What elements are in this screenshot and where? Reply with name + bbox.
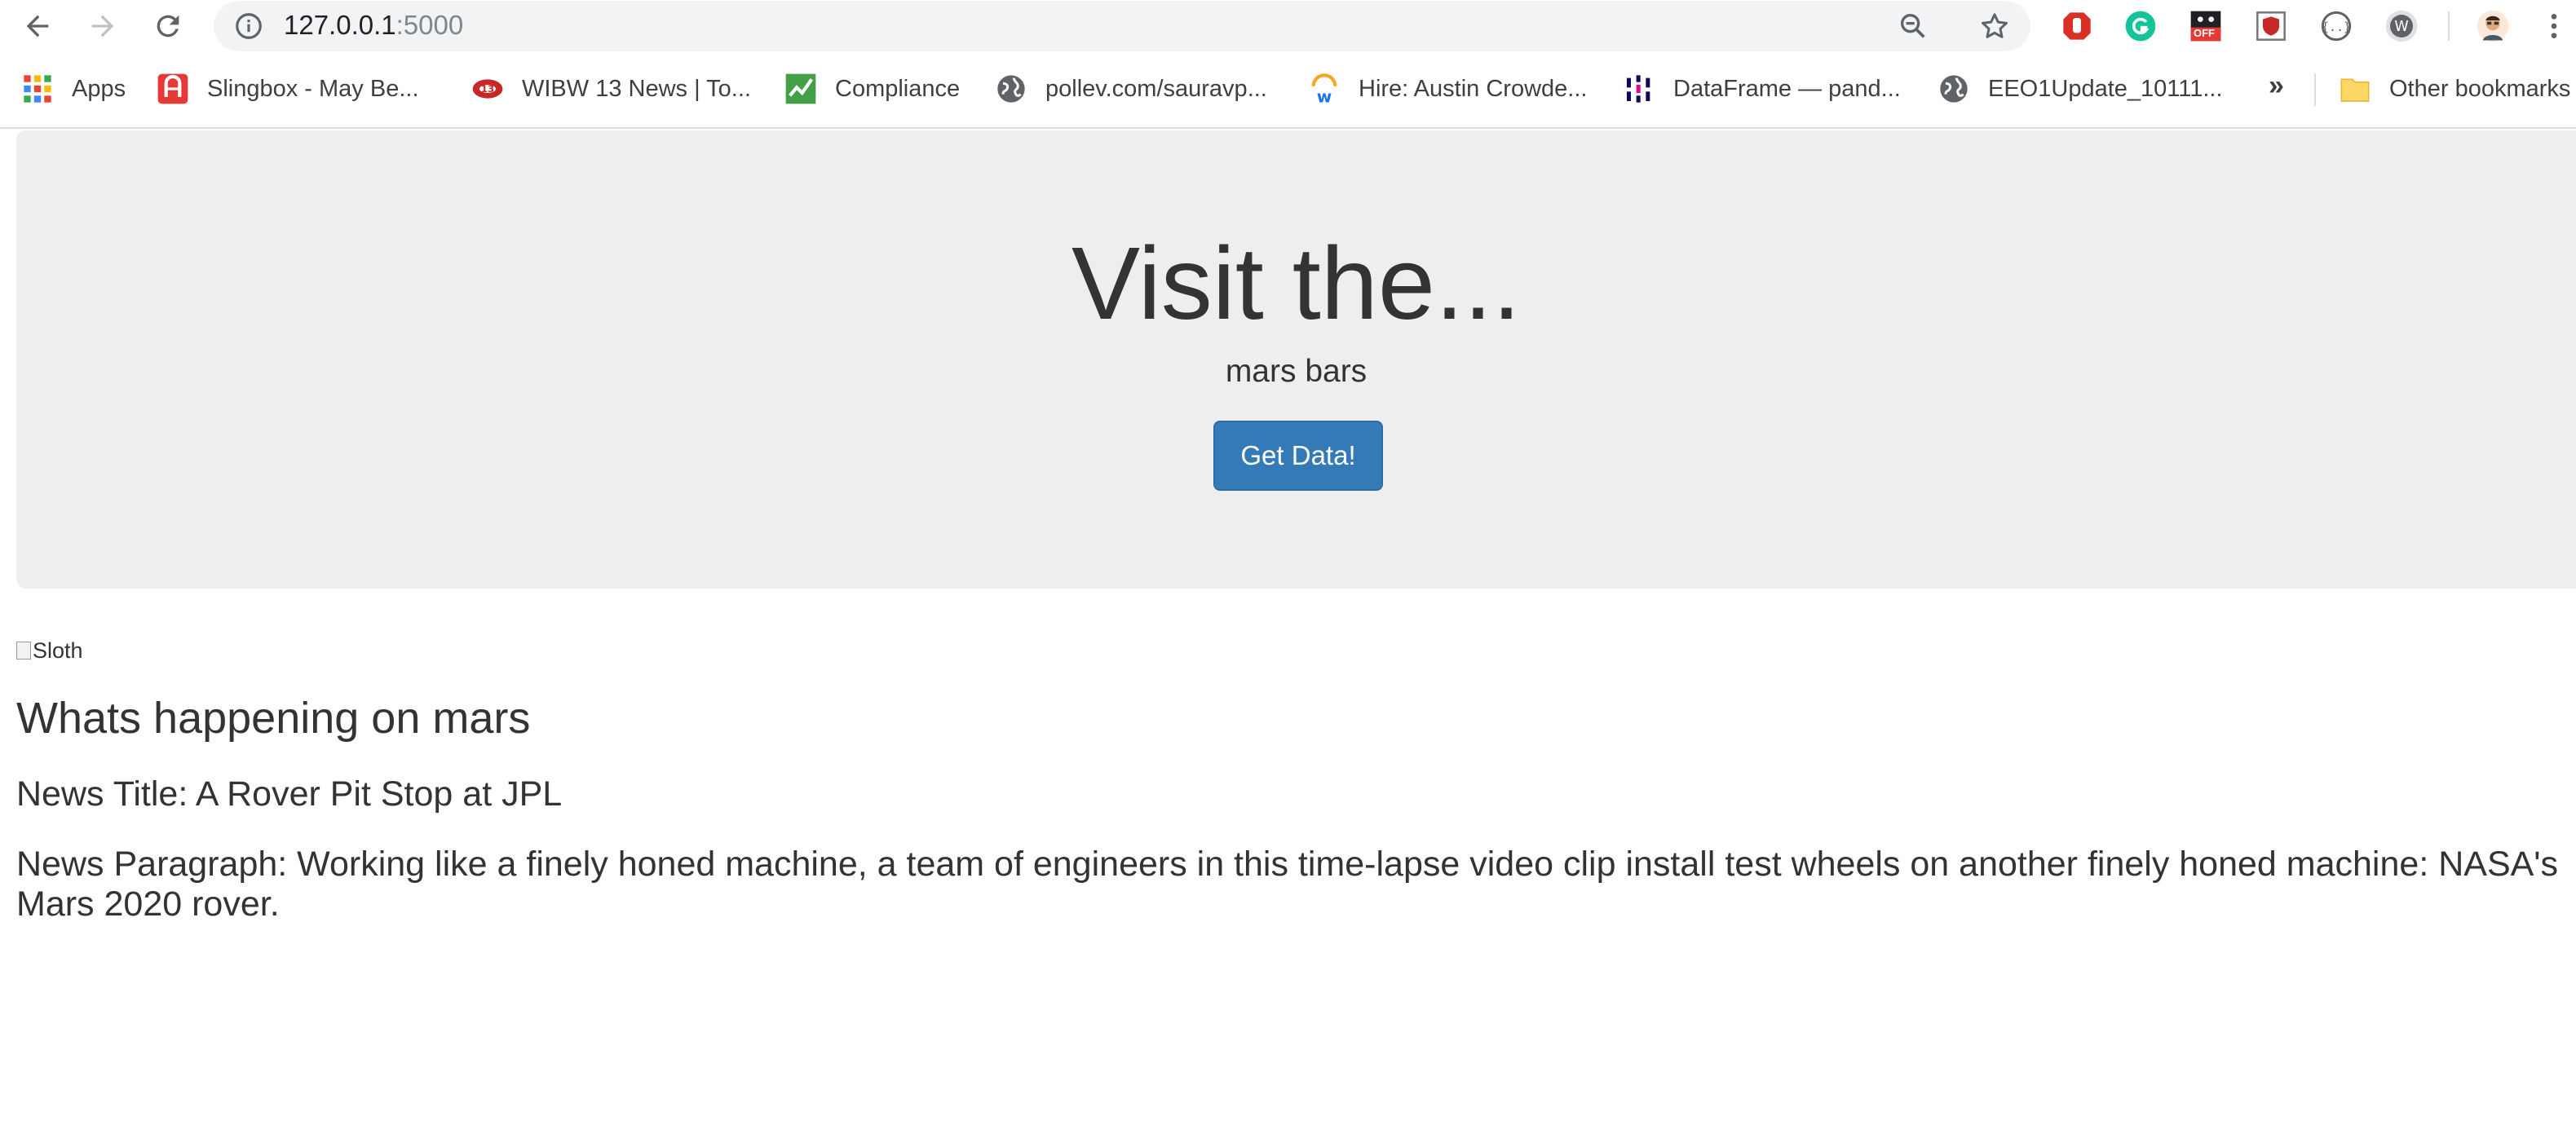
- bookmark-label: DataFrame — pand...: [1673, 75, 1901, 102]
- bookmark-label: pollev.com/sauravp...: [1045, 75, 1267, 102]
- bookmark-label: Slingbox - May Be...: [207, 75, 419, 102]
- wibw-icon: 13: [471, 73, 504, 105]
- get-data-button[interactable]: Get Data!: [1213, 421, 1383, 491]
- globe-icon: [1938, 73, 1970, 105]
- bookmark-eeo1[interactable]: EEO1Update_10111...: [1938, 68, 2223, 109]
- bookmark-label: EEO1Update_10111...: [1988, 75, 2223, 102]
- sloth-image: Sloth: [16, 636, 83, 665]
- avatar-icon: [2477, 10, 2509, 42]
- chrome-menu-button[interactable]: [2534, 7, 2574, 46]
- json-braces-icon: {..}: [2321, 11, 2352, 42]
- apps-grid-icon: [21, 73, 54, 105]
- bookmark-slingbox[interactable]: Slingbox - May Be...: [157, 68, 419, 109]
- url-port: :5000: [395, 10, 464, 40]
- svg-text:w: w: [1317, 87, 1332, 105]
- toolbar-divider: [2448, 11, 2450, 41]
- bookmark-label: Compliance: [835, 75, 961, 102]
- offer-extension[interactable]: OFF: [2189, 9, 2223, 43]
- bookmark-pollev[interactable]: pollev.com/sauravp...: [995, 68, 1267, 109]
- zoom-button[interactable]: [1893, 7, 1933, 46]
- image-alt-text: Sloth: [33, 637, 83, 663]
- bookmark-workday[interactable]: w Hire: Austin Crowde...: [1308, 68, 1587, 109]
- json-extension[interactable]: {..}: [2319, 9, 2353, 43]
- grammarly-extension[interactable]: [2123, 9, 2158, 43]
- bookmark-label: WIBW 13 News | To...: [522, 75, 751, 102]
- pandas-icon: [1623, 73, 1655, 105]
- bookmark-star-button[interactable]: [1975, 7, 2014, 46]
- compliance-check-icon: [784, 73, 817, 105]
- back-button[interactable]: [18, 7, 57, 46]
- more-vert-icon: [2551, 14, 2557, 38]
- svg-text:13: 13: [481, 83, 494, 95]
- info-icon[interactable]: [233, 11, 264, 42]
- zoom-out-icon: [1901, 14, 1925, 38]
- bookmark-pandas[interactable]: DataFrame — pand...: [1623, 68, 1901, 109]
- globe-icon: [995, 73, 1027, 105]
- profile-avatar[interactable]: [2476, 9, 2510, 43]
- broken-image-icon: [16, 642, 31, 660]
- arrow-left-icon: [26, 15, 49, 37]
- news-paragraph: News Paragraph: Working like a finely ho…: [16, 845, 2559, 924]
- bookmarks-divider: [2314, 73, 2316, 106]
- url-host: 127.0.0.1: [284, 10, 396, 40]
- wappalyzer-icon: W: [2385, 10, 2418, 42]
- jumbotron: Visit the... mars bars Get Data!: [16, 130, 2576, 589]
- shield-icon: [2256, 11, 2286, 41]
- bookmark-compliance[interactable]: Compliance: [784, 68, 960, 109]
- other-bookmarks-label: Other bookmarks: [2389, 75, 2571, 102]
- grammarly-icon: [2125, 11, 2156, 42]
- mars-news-heading: Whats happening on mars: [16, 694, 531, 743]
- bookmark-label: Apps: [72, 75, 126, 102]
- browser-toolbar: 127.0.0.1:5000 OFF {..} W: [0, 0, 2576, 52]
- bookmark-label: Hire: Austin Crowde...: [1359, 75, 1588, 102]
- folder-icon: [2339, 73, 2371, 105]
- forward-button[interactable]: [83, 7, 122, 46]
- page-title: Visit the...: [1071, 226, 1521, 341]
- news-title: News Title: A Rover Pit Stop at JPL: [16, 774, 563, 814]
- slingbox-icon: [157, 73, 189, 105]
- workday-icon: w: [1308, 73, 1341, 105]
- bookmarks-overflow-button[interactable]: »: [2269, 70, 2284, 102]
- star-icon: [1982, 13, 2008, 38]
- bookmark-apps[interactable]: Apps: [21, 68, 126, 109]
- url-text[interactable]: 127.0.0.1:5000: [284, 10, 463, 41]
- offer-badge: OFF: [2194, 27, 2215, 39]
- bookmark-wibw[interactable]: 13 WIBW 13 News | To...: [471, 68, 751, 109]
- svg-text:W: W: [2394, 19, 2408, 35]
- mcafee-extension[interactable]: [2254, 9, 2288, 43]
- arrow-right-icon: [91, 15, 114, 37]
- bookmarks-bar: Apps Slingbox - May Be... 13 WIBW 13 New…: [0, 52, 2576, 129]
- wappalyzer-extension[interactable]: W: [2384, 9, 2419, 43]
- other-bookmarks[interactable]: Other bookmarks: [2339, 68, 2570, 109]
- address-bar[interactable]: 127.0.0.1:5000: [214, 1, 2030, 51]
- reload-button[interactable]: [148, 7, 188, 46]
- reload-icon: [157, 15, 179, 37]
- svg-text:{..}: {..}: [2322, 20, 2351, 34]
- adblock-hand-icon: [2063, 12, 2091, 40]
- adblock-extension[interactable]: [2060, 9, 2094, 43]
- page-subtitle: mars bars: [1225, 354, 1368, 389]
